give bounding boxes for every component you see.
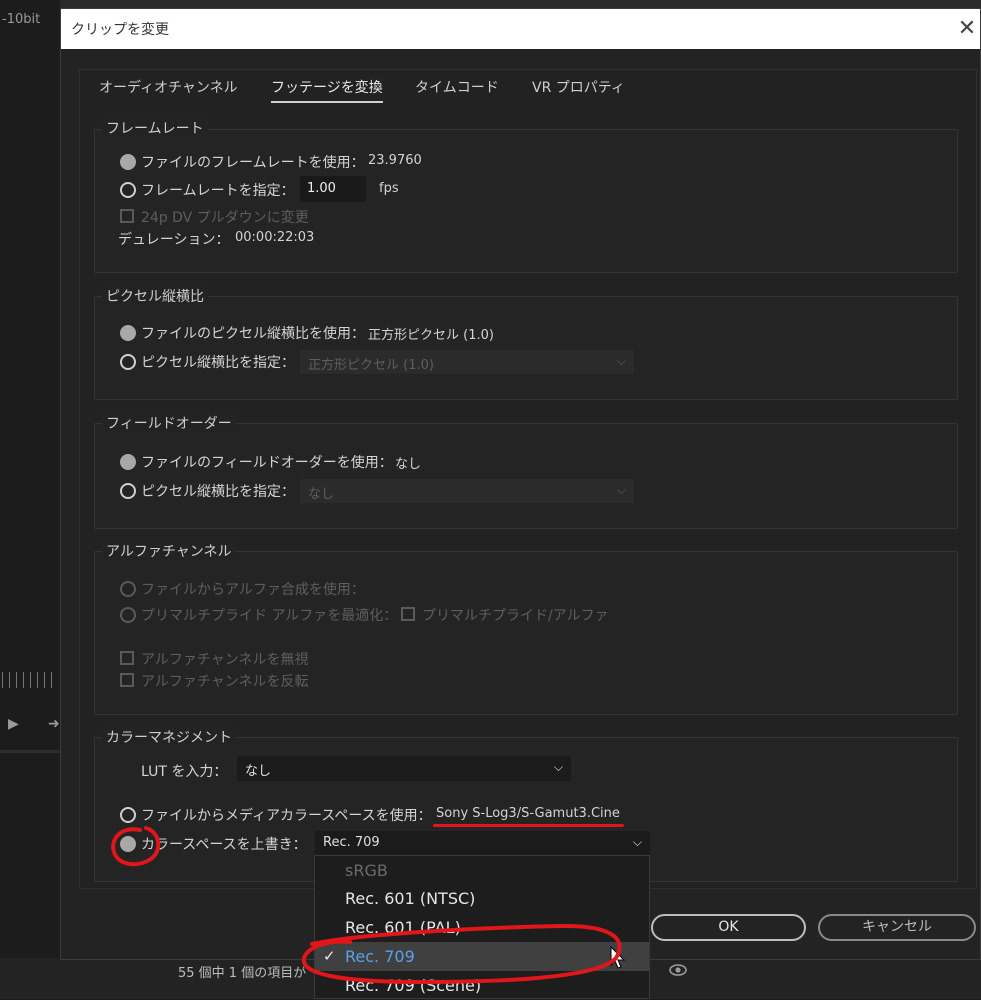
color-space-select-value: Rec. 709: [323, 835, 380, 850]
ignore-alpha-label: アルファチャンネルを無視: [141, 652, 309, 668]
dialog-title: クリップを変更: [71, 22, 169, 38]
use-file-pixel-aspect-label: ファイルのピクセル縦横比を使用：: [141, 326, 365, 342]
premultiplied-radio[interactable]: [120, 607, 136, 623]
frame-rate-title: フレームレート: [102, 118, 208, 138]
pixel-aspect-select-value: 正方形ピクセル (1.0): [308, 358, 434, 373]
override-color-space-label: カラースペースを上書き：: [141, 837, 307, 853]
override-color-space-radio[interactable]: [120, 836, 136, 852]
field-order-select-value: なし: [308, 487, 335, 502]
assume-frame-rate-label: フレームレートを指定：: [141, 183, 295, 199]
file-pixel-aspect-value: 正方形ピクセル (1.0): [368, 328, 494, 343]
pixel-aspect-title: ピクセル縦横比: [102, 286, 208, 306]
timeline-ruler: [2, 672, 58, 688]
project-status-text: 55 個中 1 個の項目が: [178, 966, 307, 981]
duration-label: デュレーション：: [118, 232, 230, 248]
use-file-field-order-label: ファイルのフィールドオーダーを使用：: [141, 455, 393, 471]
field-order-title: フィールドオーダー: [102, 413, 236, 433]
mouse-cursor-icon: [610, 946, 626, 969]
checkmark-icon: ✓: [323, 947, 336, 965]
red-underline-annotation: [433, 824, 624, 827]
file-field-order-value: なし: [395, 457, 422, 472]
dropdown-item-rec709-label: Rec. 709: [345, 947, 415, 966]
dropdown-item-rec601-pal[interactable]: Rec. 601 (PAL): [315, 913, 649, 942]
field-order-group: [94, 423, 958, 529]
dialog-titlebar: クリップを変更 ✕: [61, 9, 980, 49]
play-icon[interactable]: ▶: [8, 716, 19, 732]
file-frame-rate-value: 23.9760: [368, 153, 422, 168]
conform-pixel-aspect-label: ピクセル縦横比を指定：: [141, 355, 295, 371]
eye-icon[interactable]: [668, 962, 688, 978]
chevron-down-icon: ⌵: [616, 354, 626, 368]
use-file-field-order-radio[interactable]: [120, 454, 136, 470]
use-file-alpha-radio[interactable]: [120, 581, 136, 597]
use-file-frame-rate-radio[interactable]: [120, 154, 136, 170]
dropdown-item-rec601-ntsc[interactable]: Rec. 601 (NTSC): [315, 884, 649, 913]
alpha-channel-title: アルファチャンネル: [102, 541, 236, 561]
conform-field-order-radio[interactable]: [120, 483, 136, 499]
background-divider: [0, 750, 60, 753]
fps-unit: fps: [379, 181, 399, 196]
pulldown-label: 24p DV プルダウンに変更: [141, 210, 309, 226]
pulldown-checkbox[interactable]: [120, 209, 134, 223]
use-file-alpha-label: ファイルからアルファ合成を使用：: [141, 582, 365, 598]
premultiplied-checkbox[interactable]: [401, 607, 415, 621]
modify-clip-dialog: クリップを変更 ✕ オーディオチャンネル フッテージを変換 タイムコード VR …: [60, 8, 981, 960]
use-file-pixel-aspect-radio[interactable]: [120, 325, 136, 341]
conform-field-order-label: ピクセル縦横比を指定：: [141, 484, 295, 500]
color-management-title: カラーマネジメント: [102, 727, 236, 747]
chevron-down-icon: ⌵: [616, 483, 626, 497]
dropdown-item-rec709-scene[interactable]: Rec. 709 (Scene): [315, 971, 649, 1000]
step-forward-icon[interactable]: ➜: [48, 716, 60, 732]
chevron-down-icon: ⌵: [632, 835, 642, 849]
cancel-button[interactable]: キャンセル: [818, 914, 976, 941]
color-space-dropdown-list: sRGB Rec. 601 (NTSC) Rec. 601 (PAL) ✓ Re…: [314, 855, 650, 999]
field-order-select[interactable]: なし ⌵: [300, 479, 634, 503]
duration-value: 00:00:22:03: [235, 230, 315, 245]
tab-audio-channels[interactable]: オーディオチャンネル: [99, 77, 238, 97]
pixel-aspect-group: [94, 296, 958, 400]
chevron-down-icon: ⌵: [553, 760, 563, 774]
invert-alpha-label: アルファチャンネルを反転: [141, 674, 309, 690]
media-color-space-value: Sony S-Log3/S-Gamut3.Cine: [436, 806, 620, 821]
premultiplied-checkbox-label: プリマルチプライド/アルファ: [422, 608, 609, 624]
assume-frame-rate-radio[interactable]: [120, 182, 136, 198]
background-label: -10bit: [2, 12, 41, 27]
lut-select[interactable]: なし ⌵: [237, 756, 571, 781]
use-media-color-space-label: ファイルからメディアカラースペースを使用：: [141, 808, 432, 824]
pixel-aspect-select[interactable]: 正方形ピクセル (1.0) ⌵: [300, 350, 634, 374]
tab-timecode[interactable]: タイムコード: [415, 77, 499, 97]
background-panel: [0, 0, 60, 999]
ok-button[interactable]: OK: [651, 914, 806, 941]
frame-rate-group: [94, 129, 958, 273]
background-top-strip: [0, 0, 981, 8]
tab-interpret-footage[interactable]: フッテージを変換: [271, 77, 383, 103]
use-file-frame-rate-label: ファイルのフレームレートを使用：: [141, 155, 365, 171]
frame-rate-input[interactable]: 1.00: [300, 176, 366, 202]
dropdown-item-srgb[interactable]: sRGB: [315, 856, 649, 885]
ignore-alpha-checkbox[interactable]: [120, 651, 134, 665]
color-space-select[interactable]: Rec. 709 ⌵: [315, 831, 650, 857]
conform-pixel-aspect-radio[interactable]: [120, 354, 136, 370]
lut-select-value: なし: [245, 764, 272, 779]
close-icon[interactable]: ✕: [954, 13, 980, 45]
invert-alpha-checkbox[interactable]: [120, 673, 134, 687]
premultiplied-label: プリマルチプライド アルファを最適化：: [141, 608, 398, 624]
use-media-color-space-radio[interactable]: [120, 807, 136, 823]
tab-vr-properties[interactable]: VR プロパティ: [532, 77, 625, 97]
lut-label: LUT を入力：: [141, 764, 228, 780]
dropdown-item-rec709[interactable]: ✓ Rec. 709: [315, 942, 649, 971]
